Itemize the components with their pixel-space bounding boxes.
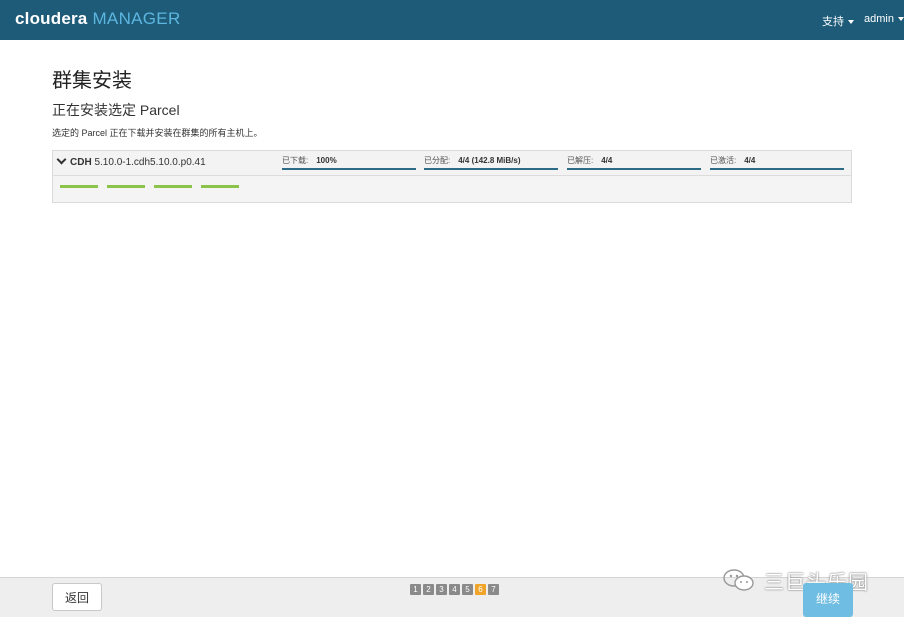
stage-activated: 已激活: 4/4 <box>710 156 844 172</box>
stage-distributed: 已分配: 4/4 (142.8 MiB/s) <box>424 156 558 172</box>
parcel-toggle[interactable]: CDH 5.10.0-1.cdh5.10.0.p0.41 <box>56 154 206 168</box>
stage-value: 4/4 (142.8 MiB/s) <box>458 156 521 165</box>
chevron-down-icon <box>56 154 67 165</box>
stage-progress-bar <box>282 168 416 170</box>
stage-downloaded: 已下载: 100% <box>282 156 416 172</box>
wizard-step[interactable]: 7 <box>488 584 499 595</box>
wizard-step[interactable]: 4 <box>449 584 460 595</box>
host-progress-bar <box>60 185 98 188</box>
wizard-step-current[interactable]: 6 <box>475 584 486 595</box>
brand-secondary: MANAGER <box>92 9 181 28</box>
host-progress-bar <box>201 185 239 188</box>
wizard-step[interactable]: 5 <box>462 584 473 595</box>
page-title: 群集安装 <box>52 70 132 92</box>
stage-value: 100% <box>316 156 337 165</box>
wizard-step-indicator: 1 2 3 4 5 6 7 <box>410 584 501 596</box>
stage-unpacked: 已解压: 4/4 <box>567 156 701 172</box>
host-progress-bar <box>154 185 192 188</box>
stage-value: 4/4 <box>601 156 613 165</box>
stage-label: 已激活: <box>710 156 737 165</box>
user-menu-label: admin <box>864 13 894 25</box>
parcel-version: 5.10.0-1.cdh5.10.0.p0.41 <box>94 157 206 168</box>
page-subtitle: 正在安装选定 Parcel <box>52 102 180 118</box>
caret-down-icon <box>897 17 904 22</box>
wechat-icon <box>723 569 754 591</box>
back-button[interactable]: 返回 <box>52 583 102 611</box>
top-navbar: cloudera MANAGER 支持 admin <box>0 0 904 40</box>
parcel-name: CDH <box>70 157 92 168</box>
support-menu[interactable]: 支持 <box>822 13 854 29</box>
parcel-progress-panel: CDH 5.10.0-1.cdh5.10.0.p0.41 已下载: 100% 已分… <box>52 150 852 203</box>
support-menu-label: 支持 <box>822 16 844 28</box>
host-progress-bar <box>107 185 145 188</box>
stage-value: 4/4 <box>744 156 756 165</box>
cloudera-manager-logo[interactable]: cloudera MANAGER <box>15 9 181 29</box>
stage-label: 已解压: <box>567 156 594 165</box>
wizard-step[interactable]: 3 <box>436 584 447 595</box>
caret-down-icon <box>848 20 854 25</box>
wizard-step[interactable]: 1 <box>410 584 421 595</box>
stage-progress-bar <box>710 168 844 170</box>
stage-label: 已下载: <box>282 156 309 165</box>
continue-button[interactable]: 继续 <box>803 583 853 617</box>
stage-progress-bar <box>424 168 558 170</box>
brand-primary: cloudera <box>15 9 88 28</box>
page-description: 选定的 Parcel 正在下载并安装在群集的所有主机上。 <box>52 128 263 138</box>
stage-progress-bar <box>567 168 701 170</box>
parcel-row-header: CDH 5.10.0-1.cdh5.10.0.p0.41 已下载: 100% 已分… <box>53 151 851 176</box>
wizard-step[interactable]: 2 <box>423 584 434 595</box>
user-menu[interactable]: admin <box>864 13 904 25</box>
wizard-footer: 返回 1 2 3 4 5 6 7 三巨头乐园 继续 <box>0 569 904 617</box>
stage-label: 已分配: <box>424 156 451 165</box>
